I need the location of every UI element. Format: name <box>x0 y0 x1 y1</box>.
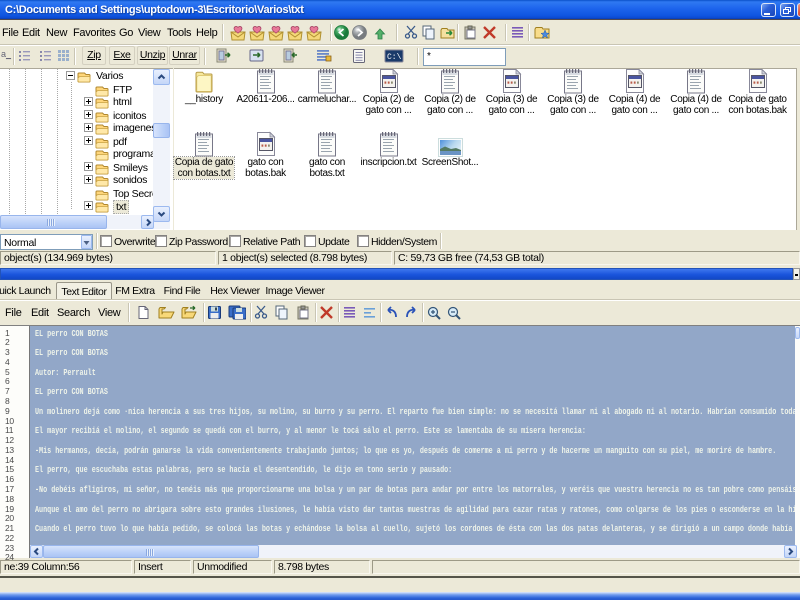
svg-text:C:\: C:\ <box>387 53 402 62</box>
